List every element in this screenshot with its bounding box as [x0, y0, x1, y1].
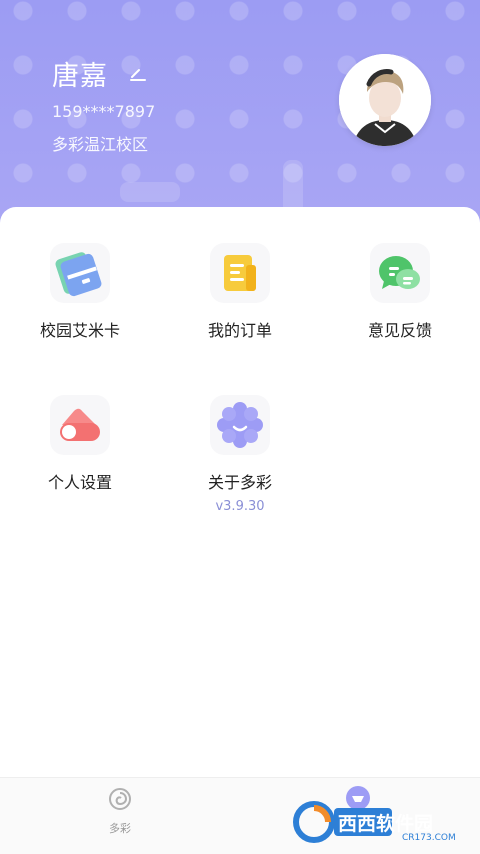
header-decor-bar: [120, 182, 180, 202]
menu-label: 个人设置: [47, 473, 112, 492]
menu-item-orders[interactable]: 我的订单: [160, 243, 320, 341]
about-flower-icon: [210, 395, 270, 455]
app-version: v3.9.30: [215, 499, 265, 514]
user-phone: 159****7897: [52, 102, 156, 121]
menu-item-campus-card[interactable]: 校园艾米卡: [0, 243, 160, 341]
order-document-icon: [210, 243, 270, 303]
edit-name-icon[interactable]: [128, 66, 148, 82]
watermark-text: 西西软件园: [338, 812, 433, 835]
watermark-url: CR173.COM: [402, 833, 456, 843]
tab-home[interactable]: 多彩: [90, 786, 150, 836]
campus-card-icon: [50, 243, 110, 303]
settings-toggle-icon: [50, 395, 110, 455]
menu-label: 意见反馈: [367, 321, 432, 340]
tab-home-label: 多彩: [109, 822, 131, 835]
menu-item-settings[interactable]: 个人设置: [0, 395, 160, 493]
feedback-chat-icon: [370, 243, 430, 303]
avatar[interactable]: [339, 54, 431, 146]
menu-label: 我的订单: [207, 321, 272, 340]
profile-header: 唐嘉 159****7897 多彩温江校区: [0, 0, 480, 230]
menu-item-feedback[interactable]: 意见反馈: [320, 243, 480, 341]
swirl-icon: [109, 788, 131, 810]
avatar-person-icon: [339, 54, 431, 146]
site-watermark: 西西软件园 CR173.COM: [292, 798, 462, 846]
menu-item-about[interactable]: 关于多彩 v3.9.30: [160, 395, 320, 514]
menu-label: 关于多彩: [207, 473, 272, 492]
user-campus: 多彩温江校区: [52, 135, 149, 154]
menu-label: 校园艾米卡: [39, 321, 120, 340]
menu-card: 校园艾米卡 我的订单 意见反馈 个人设置 关于多彩 v3.9.30: [0, 207, 480, 777]
user-name: 唐嘉: [52, 61, 108, 92]
